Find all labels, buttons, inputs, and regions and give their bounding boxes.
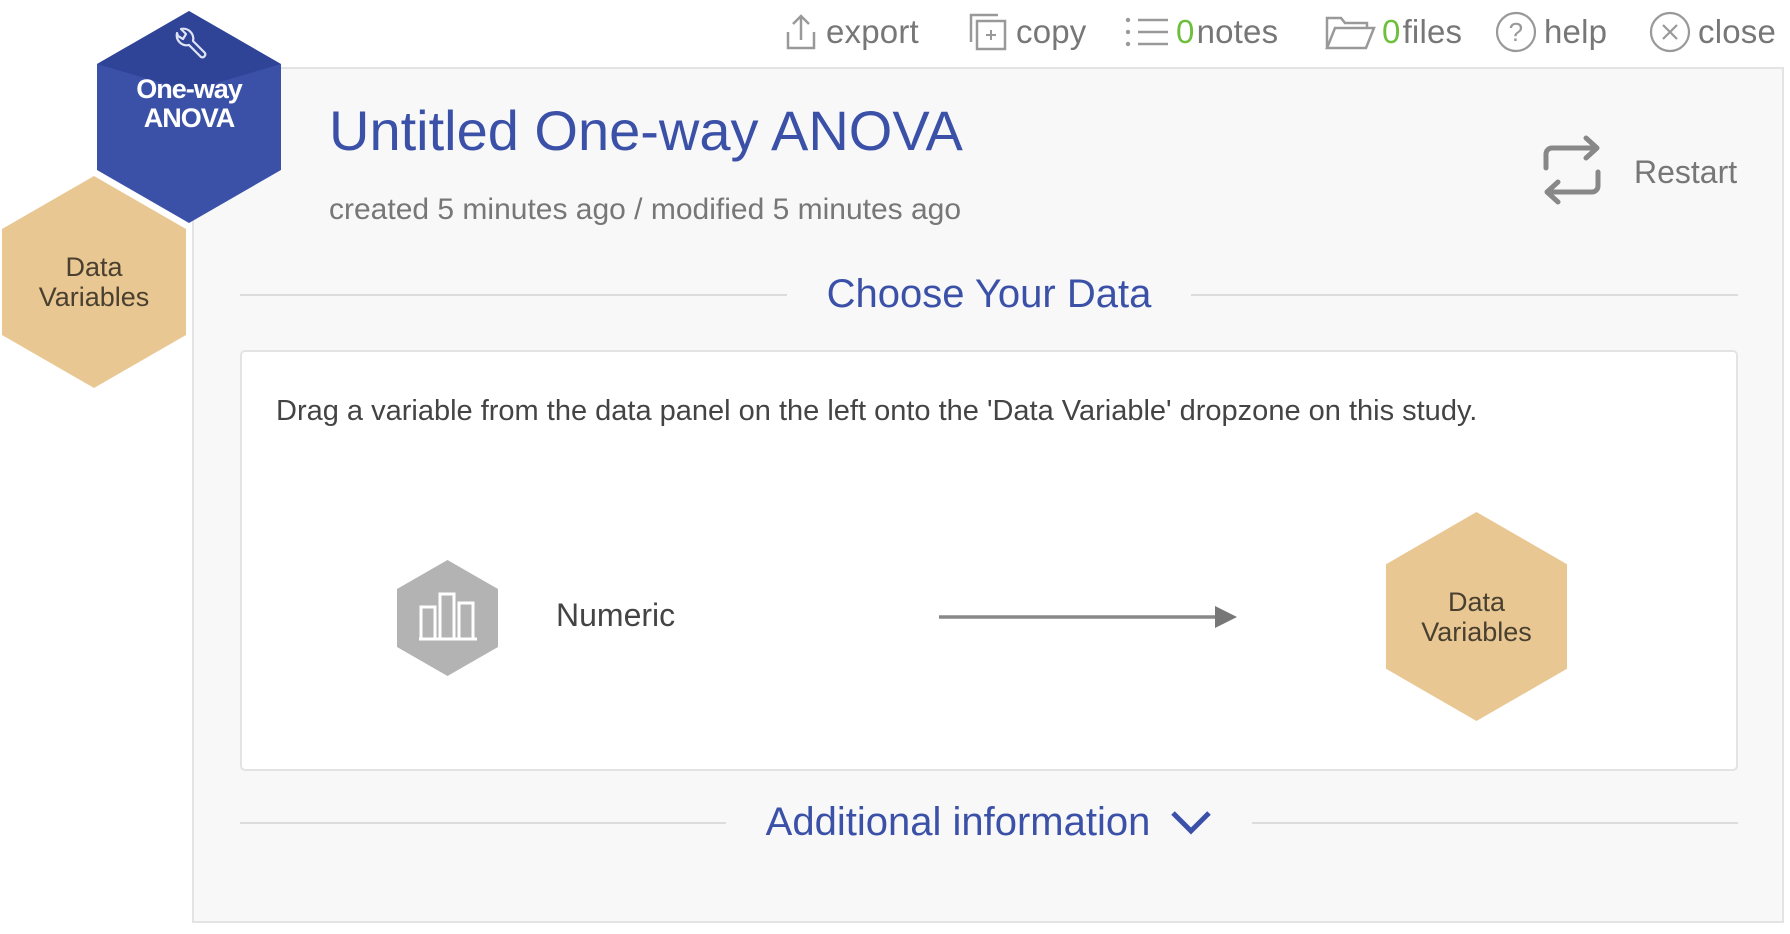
instruction-text: Drag a variable from the data panel on t…	[276, 395, 1478, 427]
export-icon	[784, 12, 818, 52]
data-variables-dropzone[interactable]: Data Variables	[1386, 512, 1567, 721]
files-label: files	[1402, 13, 1463, 50]
help-icon: ?	[1494, 10, 1538, 54]
analysis-type-line2: ANOVA	[143, 103, 236, 133]
help-label: help	[1544, 13, 1608, 50]
arrow-icon	[939, 606, 1237, 628]
numeric-variable-label: Numeric	[556, 597, 676, 633]
files-count: 0	[1382, 13, 1401, 50]
sidebar-data-variables-line1: Data	[65, 252, 123, 282]
divider	[1191, 293, 1738, 296]
page-title[interactable]: Untitled One-way ANOVA	[329, 98, 963, 163]
chevron-down-icon	[1170, 800, 1212, 845]
dropzone-line1: Data	[1447, 586, 1506, 617]
additional-info-button[interactable]: Additional information	[726, 800, 1253, 845]
divider	[1252, 821, 1739, 824]
notes-count: 0	[1176, 13, 1195, 50]
restart-button[interactable]: Restart	[1540, 134, 1737, 211]
section-title: Choose Your Data	[826, 272, 1152, 316]
analysis-type-line1: One-way	[136, 74, 243, 104]
choose-data-box: Drag a variable from the data panel on t…	[240, 350, 1738, 771]
additional-info-toggle[interactable]: Additional information	[240, 800, 1739, 845]
export-label: export	[826, 13, 919, 50]
divider	[240, 821, 726, 824]
sidebar-data-variables-line2: Variables	[38, 282, 150, 312]
close-label: close	[1698, 13, 1777, 50]
choose-data-header: Choose Your Data	[240, 272, 1738, 317]
svg-text:?: ?	[1509, 17, 1524, 47]
copy-button[interactable]: copy	[968, 10, 1087, 54]
copy-icon	[968, 12, 1008, 52]
list-icon	[1124, 12, 1170, 52]
export-button[interactable]: export	[784, 10, 919, 54]
bar-chart-icon	[418, 591, 478, 646]
divider	[240, 293, 787, 296]
additional-info-label: Additional information	[765, 800, 1151, 844]
copy-label: copy	[1016, 13, 1087, 50]
help-button[interactable]: ? help	[1494, 10, 1607, 54]
notes-label: notes	[1196, 13, 1279, 50]
close-icon	[1648, 10, 1692, 54]
timestamps: created 5 minutes ago / modified 5 minut…	[329, 193, 962, 226]
dropzone-line2: Variables	[1421, 616, 1532, 647]
restart-icon	[1540, 134, 1604, 211]
files-button[interactable]: 0 files	[1324, 10, 1462, 54]
restart-label: Restart	[1634, 154, 1738, 190]
sidebar-data-variables-hex[interactable]: Data Variables	[2, 176, 186, 388]
wrench-icon	[169, 25, 209, 70]
folder-icon	[1324, 12, 1376, 52]
notes-button[interactable]: 0 notes	[1124, 10, 1278, 54]
close-button[interactable]: close	[1648, 10, 1776, 54]
numeric-variable-hex[interactable]	[397, 560, 498, 676]
